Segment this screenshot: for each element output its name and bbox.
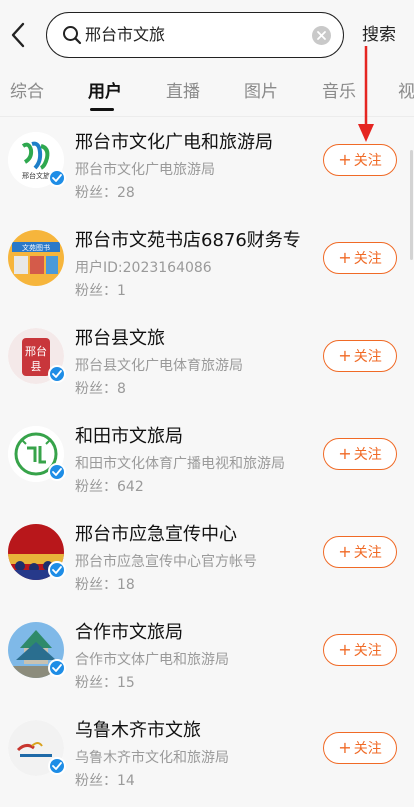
plus-icon: +: [338, 150, 352, 169]
plus-icon: +: [338, 346, 352, 365]
user-row[interactable]: 文苑图书 邢台市文苑书店6876财务专 用户ID:2023164086 粉丝：1…: [0, 215, 414, 313]
scrollbar[interactable]: [410, 150, 413, 260]
user-row[interactable]: 邢台市应急宣传中心 邢台市应急宣传中心官方帐号 粉丝：18 + 关注: [0, 509, 414, 607]
user-row[interactable]: 邢台 县 邢台县文旅 邢台县文化广电体育旅游局 粉丝：8 + 关注: [0, 313, 414, 411]
follow-label: 关注: [353, 545, 382, 561]
follow-label: 关注: [353, 349, 382, 365]
svg-text:邢台: 邢台: [25, 344, 47, 358]
user-name: 乌鲁木齐市文旅: [75, 720, 201, 741]
user-description: 和田市文化体育广播电视和旅游局: [75, 456, 285, 472]
tab-video[interactable]: 视: [398, 80, 414, 104]
user-description: 邢台县文化广电体育旅游局: [75, 358, 243, 374]
plus-icon: +: [338, 542, 352, 561]
fans-count: 粉丝：642: [75, 479, 144, 495]
user-description: 邢台市应急宣传中心官方帐号: [75, 554, 257, 570]
search-button[interactable]: 搜索: [362, 24, 396, 46]
plus-icon: +: [338, 640, 352, 659]
user-row[interactable]: 乌鲁木齐市文旅 乌鲁木齐市文化和旅游局 粉丝：14 + 关注: [0, 705, 414, 803]
verified-badge-icon: [48, 463, 66, 481]
user-name: 合作市文旅局: [75, 622, 183, 643]
back-arrow-icon: [11, 22, 25, 48]
plus-icon: +: [338, 444, 352, 463]
avatar: 文苑图书: [8, 230, 64, 286]
user-description: 乌鲁木齐市文化和旅游局: [75, 750, 229, 766]
fans-count: 粉丝：14: [75, 773, 135, 789]
user-name: 邢台市应急宣传中心: [75, 524, 237, 545]
top-bar: 邢台市文旅 搜索: [0, 0, 414, 70]
user-name: 邢台市文化广电和旅游局: [75, 132, 273, 153]
follow-button[interactable]: + 关注: [323, 634, 397, 666]
svg-text:邢台文旅: 邢台文旅: [22, 171, 50, 180]
search-input[interactable]: 邢台市文旅: [46, 12, 344, 58]
follow-button[interactable]: + 关注: [323, 536, 397, 568]
fans-count: 粉丝：28: [75, 185, 135, 201]
clear-icon[interactable]: [312, 26, 331, 45]
search-icon: [63, 26, 82, 45]
follow-label: 关注: [353, 153, 382, 169]
follow-label: 关注: [353, 251, 382, 267]
follow-button[interactable]: + 关注: [323, 340, 397, 372]
back-button[interactable]: [6, 20, 30, 50]
verified-badge-icon: [48, 561, 66, 579]
user-description: 用户ID:2023164086: [75, 260, 212, 276]
verified-badge-icon: [48, 365, 66, 383]
search-query: 邢台市文旅: [85, 25, 166, 44]
fans-count: 粉丝：15: [75, 675, 135, 691]
user-row[interactable]: 和田市文旅局 和田市文化体育广播电视和旅游局 粉丝：642 + 关注: [0, 411, 414, 509]
verified-badge-icon: [48, 757, 66, 775]
plus-icon: +: [338, 248, 352, 267]
user-name: 邢台市文苑书店6876财务专: [75, 230, 301, 251]
tab-bar: 综合 用户 直播 图片 音乐 视: [0, 70, 414, 114]
user-row[interactable]: 邢台文旅 邢台市文化广电和旅游局 邢台市文化广电旅游局 粉丝：28 + 关注: [0, 117, 414, 215]
follow-button[interactable]: + 关注: [323, 438, 397, 470]
tab-music[interactable]: 音乐: [322, 80, 356, 104]
red-arrow-icon: [358, 46, 374, 142]
tab-all[interactable]: 综合: [10, 80, 44, 104]
fans-count: 粉丝：18: [75, 577, 135, 593]
plus-icon: +: [338, 738, 352, 757]
verified-badge-icon: [48, 659, 66, 677]
fans-count: 粉丝：1: [75, 283, 126, 299]
follow-button[interactable]: + 关注: [323, 242, 397, 274]
tab-live[interactable]: 直播: [166, 80, 200, 104]
verified-badge-icon: [48, 169, 66, 187]
user-name: 邢台县文旅: [75, 328, 165, 349]
follow-label: 关注: [353, 643, 382, 659]
user-name: 和田市文旅局: [75, 426, 183, 447]
follow-label: 关注: [353, 741, 382, 757]
user-row[interactable]: 合作市文旅局 合作市文体广电和旅游局 粉丝：15 + 关注: [0, 607, 414, 705]
follow-label: 关注: [353, 447, 382, 463]
tab-images[interactable]: 图片: [244, 80, 278, 104]
tab-users[interactable]: 用户: [88, 80, 122, 104]
svg-text:县: 县: [31, 360, 42, 373]
fans-count: 粉丝：8: [75, 381, 126, 397]
active-tab-indicator: [90, 108, 114, 111]
user-description: 合作市文体广电和旅游局: [75, 652, 229, 668]
user-description: 邢台市文化广电旅游局: [75, 162, 215, 178]
follow-button[interactable]: + 关注: [323, 144, 397, 176]
follow-button[interactable]: + 关注: [323, 732, 397, 764]
svg-text:文苑图书: 文苑图书: [22, 243, 50, 252]
